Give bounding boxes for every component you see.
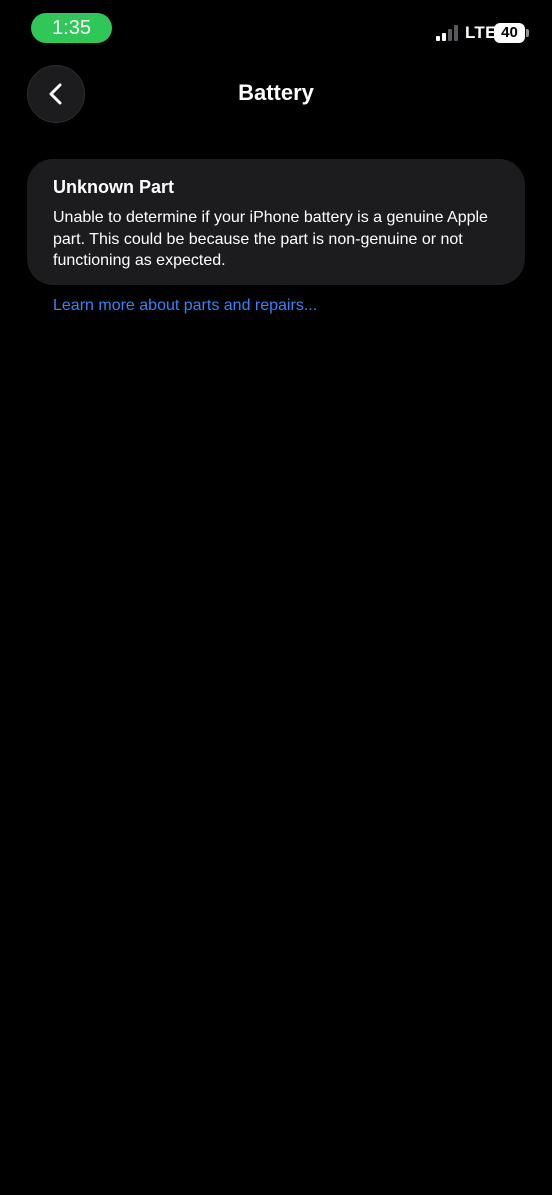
page-title: Battery [238,80,314,105]
status-time[interactable]: 1:35 [31,13,112,43]
battery-tip [526,29,529,37]
cellular-signal-icon [436,25,462,41]
battery-icon: 40 [494,23,529,43]
status-bar: 1:35 LTE 40 [0,0,552,56]
network-type: LTE [465,23,497,42]
learn-more-link[interactable]: Learn more about parts and repairs... [53,295,317,317]
unknown-part-card: Unknown Part Unable to determine if your… [27,159,525,285]
card-title: Unknown Part [53,177,175,197]
signal-bar [442,33,446,41]
signal-bar [436,36,440,41]
card-description: Unable to determine if your iPhone batte… [53,209,488,269]
battery-level: 40 [494,23,525,43]
signal-bar [448,29,452,41]
signal-bar [454,25,458,41]
